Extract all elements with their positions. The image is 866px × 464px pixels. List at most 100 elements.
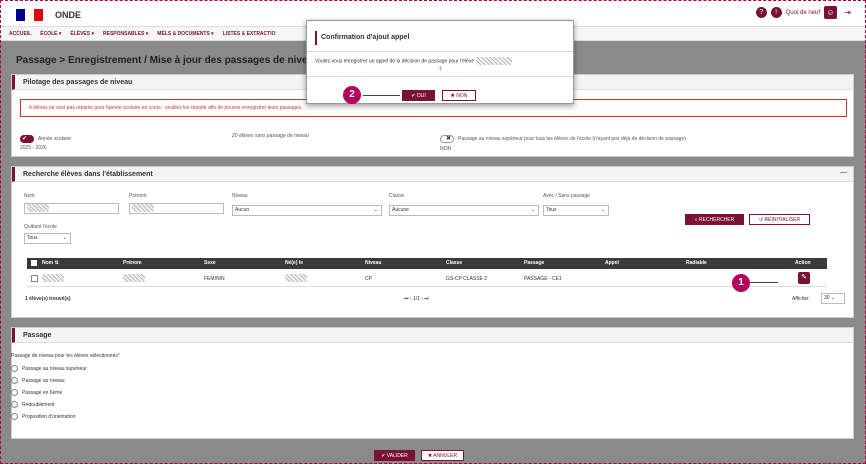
- row-checkbox[interactable]: [31, 275, 38, 282]
- prenom-input[interactable]: [129, 203, 224, 214]
- show-value: 30: [824, 295, 830, 301]
- chevron-down-icon: ⌄: [373, 207, 378, 213]
- nom-redacted: [27, 204, 49, 212]
- radio-6eme[interactable]: [11, 389, 18, 396]
- help-icon[interactable]: ?: [755, 7, 767, 18]
- marianne-logo: [16, 9, 43, 21]
- menu-listes[interactable]: LISTES & EXTRACTIO: [223, 31, 276, 37]
- nom-input[interactable]: [24, 203, 119, 214]
- passage-subtitle: Passage de niveau pour les élèves sélect…: [11, 353, 120, 359]
- col-nom[interactable]: Nom ⇅: [42, 260, 59, 266]
- menu-ecole[interactable]: ÉCOLE ▾: [40, 31, 61, 37]
- radio-superieur[interactable]: [11, 365, 18, 372]
- modal-question-text: Voulez-vous enregistrer un appel de la d…: [315, 58, 475, 65]
- modal-question-end: ?: [439, 67, 442, 73]
- col-sexe: Sexe: [204, 260, 216, 266]
- logout-icon[interactable]: ⇥: [841, 6, 854, 19]
- recherche-title: Recherche élèves dans l'établissement: [12, 167, 853, 182]
- show-label: Afficher: [792, 296, 809, 302]
- chevron-down-icon: ⌄: [62, 235, 67, 241]
- required-star: *: [117, 353, 120, 359]
- user-icon[interactable]: ☺: [824, 6, 837, 19]
- menu-eleves[interactable]: ÉLÈVES ▾: [70, 31, 94, 37]
- col-naissance: Né(e) le: [285, 260, 304, 266]
- header-tools: ? ! Quoi de neuf ☺ ⇥: [755, 6, 854, 19]
- modal-no-button[interactable]: ✖ NON: [442, 90, 476, 101]
- collapse-icon[interactable]: —: [840, 169, 847, 176]
- prenom-redacted: [132, 204, 154, 212]
- classe-value: Aucune: [392, 207, 409, 213]
- col-radiable: Radiable: [686, 260, 707, 266]
- row-nom-redacted: [42, 274, 64, 282]
- prev-page-icon[interactable]: ‹: [410, 296, 412, 302]
- chevron-down-icon: ⌄: [530, 207, 535, 213]
- cancel-button[interactable]: ✖ ANNULER: [421, 450, 464, 461]
- show-select[interactable]: 30 ⌄: [821, 293, 845, 304]
- chevron-down-icon: ⌄: [600, 207, 605, 213]
- avec-select[interactable]: Tous ⌄: [543, 205, 609, 216]
- page-indicator: 1/1: [412, 296, 420, 302]
- option-redoublement: Redoublement: [22, 402, 55, 408]
- niveau-value: Aucun: [235, 207, 250, 213]
- row-prenom-redacted: [123, 274, 145, 282]
- pagination: ⏮ ‹ 1/1 › ⏭: [404, 296, 429, 302]
- menu-mels-documents[interactable]: MÈLS & DOCUMENTS ▾: [157, 31, 213, 37]
- validate-button[interactable]: ✔ VALIDER: [374, 450, 415, 461]
- modal-yes-button[interactable]: ✔ OUI: [402, 90, 435, 101]
- pass-all-toggle[interactable]: ✖: [440, 135, 454, 143]
- row-naissance-redacted: [285, 274, 307, 282]
- reset-button-label: RÉINITIALISER: [764, 217, 801, 223]
- nom-label: Nom: [24, 193, 35, 199]
- first-page-icon[interactable]: ⏮: [404, 296, 409, 302]
- niveau-label: Niveau: [232, 193, 248, 199]
- table-row: FEMININ CP GS-CP CLASSE 2 PASSAGE - CE1 …: [27, 271, 827, 287]
- last-page-icon[interactable]: ⏭: [424, 296, 429, 302]
- edit-action-button[interactable]: ✎: [798, 272, 810, 284]
- modal-divider-2: [307, 76, 573, 77]
- student-name-redacted: [475, 57, 512, 65]
- col-action: Action: [795, 260, 811, 266]
- whats-new-link[interactable]: Quoi de neuf: [786, 10, 820, 16]
- niveau-select[interactable]: Aucun ⌄: [232, 205, 382, 216]
- modal-title: Confirmation d'ajout appel: [315, 31, 409, 45]
- marker-1: 1: [732, 274, 750, 292]
- passage-title: Passage: [12, 328, 853, 343]
- row-passage: PASSAGE - CE1: [524, 276, 562, 282]
- col-passage: Passage: [524, 260, 545, 266]
- marker-1-arrow: [750, 282, 778, 283]
- search-button[interactable]: ⌕ RECHERCHER: [685, 214, 744, 225]
- radio-niveau[interactable]: [11, 377, 18, 384]
- year-value: 2025 - 2026: [20, 145, 47, 151]
- option-superieur: Passage au niveau supérieur: [22, 366, 87, 372]
- col-classe: Classe: [446, 260, 463, 266]
- option-orientation: Proposition d'orientation: [22, 414, 76, 420]
- app-brand: ONDE: [55, 10, 82, 20]
- marker-2-arrow: [363, 95, 400, 96]
- row-niveau: CP: [365, 276, 372, 282]
- year-toggle[interactable]: ✔: [20, 135, 34, 143]
- page-title: Passage > Enregistrement / Mise à jour d…: [16, 55, 314, 66]
- menu-responsables[interactable]: RESPONSABLES ▾: [103, 31, 148, 37]
- menu-accueil[interactable]: ACCUEIL: [9, 31, 31, 37]
- select-all-checkbox[interactable]: [31, 260, 37, 266]
- row-classe: GS-CP CLASSE 2: [446, 276, 488, 282]
- confirmation-modal: Confirmation d'ajout appel Voulez-vous e…: [306, 20, 574, 104]
- passage-subtitle-text: Passage de niveau pour les élèves sélect…: [11, 353, 118, 359]
- quittant-label: Quittant l'école: [24, 224, 57, 230]
- radio-redoublement[interactable]: [11, 401, 18, 408]
- reset-button[interactable]: ↺ RÉINITIALISER: [749, 214, 810, 225]
- next-page-icon[interactable]: ›: [421, 296, 423, 302]
- no-passage-count: 20 élèves sans passage de niveau: [232, 133, 309, 139]
- avec-label: Avec / Sans passage: [543, 193, 590, 199]
- radio-orientation[interactable]: [11, 413, 18, 420]
- year-label: Année scolaire: [38, 136, 72, 142]
- info-icon[interactable]: !: [770, 7, 782, 18]
- quittant-select[interactable]: Tous ⌄: [24, 233, 71, 244]
- modal-divider: [307, 51, 573, 52]
- classe-select[interactable]: Aucune ⌄: [389, 205, 539, 216]
- prenom-label: Prénom: [129, 193, 147, 199]
- col-prenom: Prénom: [123, 260, 142, 266]
- modal-question: Voulez-vous enregistrer un appel de la d…: [315, 57, 512, 65]
- col-niveau: Niveau: [365, 260, 382, 266]
- pass-all-label: Passage au niveau supérieur pour tous le…: [458, 136, 686, 142]
